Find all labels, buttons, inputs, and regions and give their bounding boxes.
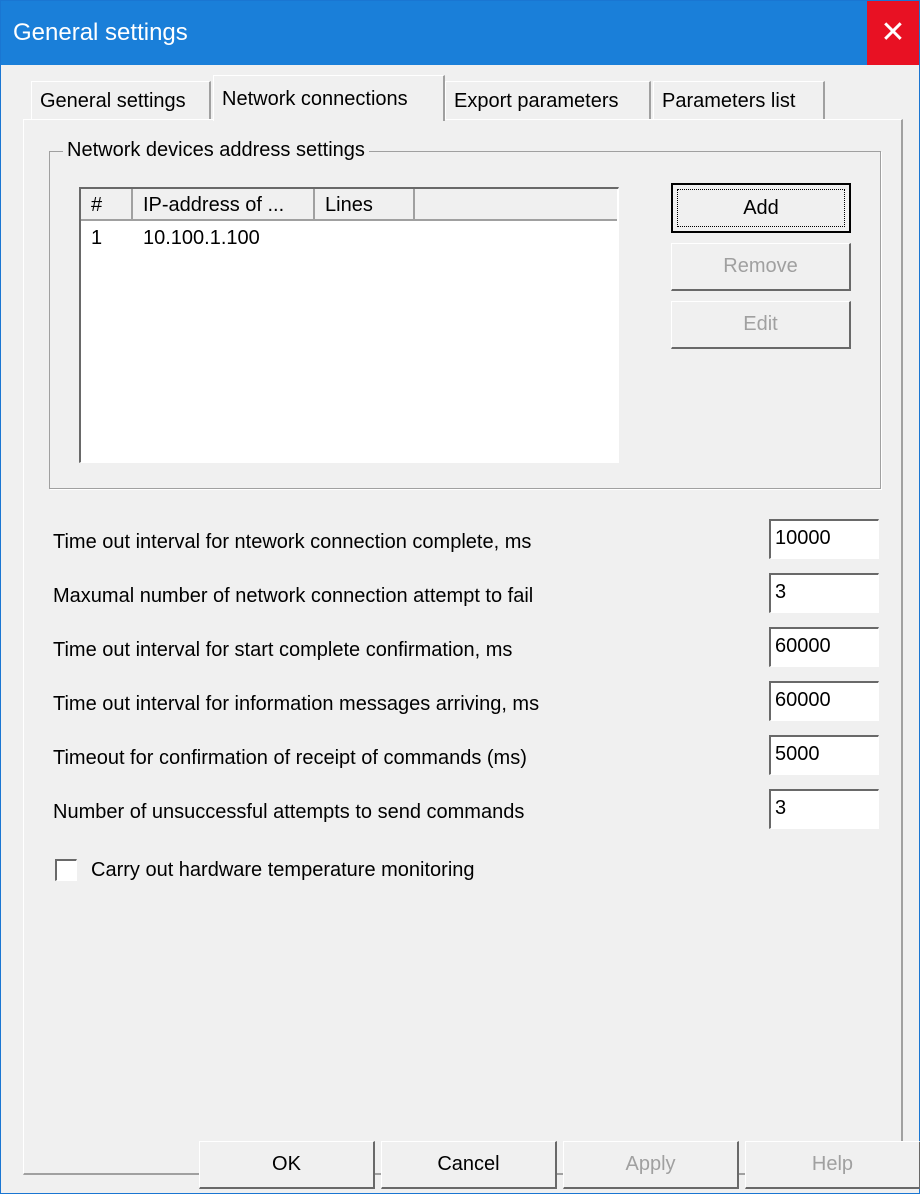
column-header-lines[interactable]: Lines [315, 189, 415, 221]
tab-label: General settings [40, 90, 186, 112]
timeout-messages-field[interactable]: 60000 [769, 681, 879, 721]
timeout-commands-field[interactable]: 5000 [769, 735, 879, 775]
tab-network-connections[interactable]: Network connections [213, 75, 445, 121]
temperature-monitoring-label: Carry out hardware temperature monitorin… [91, 859, 475, 881]
timeout-commands-label: Timeout for confirmation of receipt of c… [53, 747, 527, 769]
help-button[interactable]: Help [745, 1141, 920, 1189]
groupbox-title: Network devices address settings [63, 139, 369, 162]
column-header-number[interactable]: # [81, 189, 133, 221]
temperature-monitoring-checkbox[interactable] [55, 859, 77, 881]
unsuccessful-attempts-field[interactable]: 3 [769, 789, 879, 829]
window-title: General settings [13, 19, 188, 46]
tab-label: Parameters list [662, 90, 796, 112]
network-devices-list[interactable]: # IP-address of ... Lines 1 10.100.1.100 [79, 187, 619, 463]
timeout-start-label: Time out interval for start complete con… [53, 639, 513, 661]
timeout-messages-label: Time out interval for information messag… [53, 693, 540, 715]
apply-button[interactable]: Apply [563, 1141, 739, 1189]
focus-rect [677, 189, 845, 227]
unsuccessful-attempts-label: Number of unsuccessful attempts to send … [53, 801, 525, 823]
list-item[interactable]: 1 10.100.1.100 [81, 223, 617, 253]
list-item-number: 1 [91, 227, 103, 249]
list-item-ip-address: 10.100.1.100 [143, 227, 260, 249]
max-attempts-label: Maxumal number of network connection att… [53, 585, 534, 607]
add-button[interactable]: Add [671, 183, 851, 233]
tab-label: Network connections [222, 88, 408, 110]
timeout-start-field[interactable]: 60000 [769, 627, 879, 667]
remove-button[interactable]: Remove [671, 243, 851, 291]
timeout-connection-label: Time out interval for ntework connection… [53, 531, 532, 553]
title-bar: General settings ✕ [1, 1, 919, 65]
tab-general-settings[interactable]: General settings [31, 81, 211, 119]
general-settings-dialog: General settings ✕ General settings Netw… [0, 0, 920, 1194]
ok-button[interactable]: OK [199, 1141, 375, 1189]
close-button[interactable]: ✕ [867, 1, 919, 65]
column-header-ip-address[interactable]: IP-address of ... [133, 189, 315, 221]
edit-button[interactable]: Edit [671, 301, 851, 349]
max-attempts-field[interactable]: 3 [769, 573, 879, 613]
tab-parameters-list[interactable]: Parameters list [653, 81, 825, 119]
close-icon: ✕ [880, 16, 906, 49]
tab-label: Export parameters [454, 90, 619, 112]
timeout-connection-field[interactable]: 10000 [769, 519, 879, 559]
column-header-empty [415, 189, 617, 221]
cancel-button[interactable]: Cancel [381, 1141, 557, 1189]
tab-export-parameters[interactable]: Export parameters [445, 81, 651, 119]
